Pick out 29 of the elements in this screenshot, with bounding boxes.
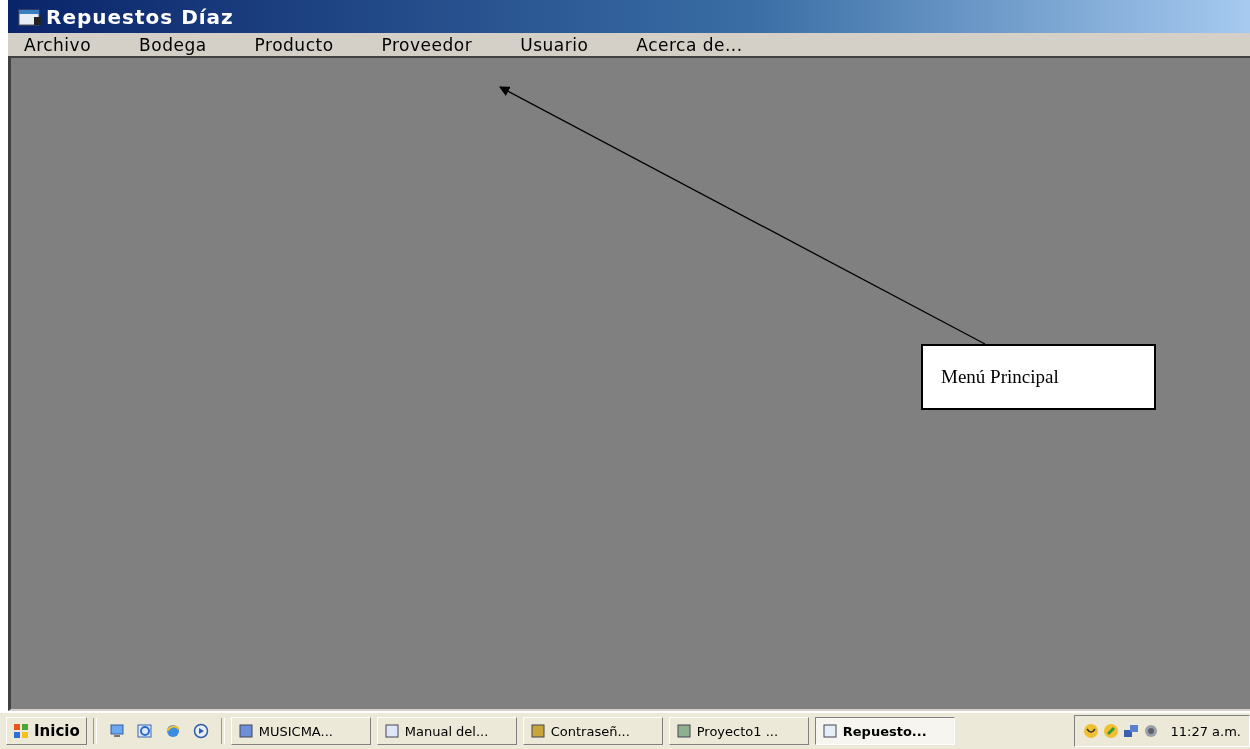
- program-icon: [675, 723, 692, 739]
- speaker-icon[interactable]: [1142, 723, 1159, 739]
- taskbar-button[interactable]: Manual del...: [376, 717, 517, 745]
- taskbar-button[interactable]: Repuesto...: [814, 717, 955, 745]
- menu-item[interactable]: Archivo: [24, 34, 92, 55]
- callout-label: Menú Principal: [941, 366, 1059, 388]
- play-icon[interactable]: [192, 723, 209, 739]
- taskbar-button[interactable]: MUSICMA...: [230, 717, 371, 745]
- program-icon: [237, 723, 254, 739]
- menu-item[interactable]: Proveedor: [381, 34, 473, 55]
- program-icon: [383, 723, 400, 739]
- network-icon[interactable]: [1122, 723, 1139, 739]
- taskbar-button[interactable]: Proyecto1 ...: [668, 717, 809, 745]
- desktop-icon[interactable]: [108, 723, 125, 739]
- menu-item[interactable]: Bodega: [139, 34, 207, 55]
- taskbar-button[interactable]: Contraseñ...: [522, 717, 663, 745]
- window-title: Repuestos Díaz: [46, 4, 234, 29]
- window-icon: [18, 6, 42, 27]
- browser-icon[interactable]: [136, 723, 153, 739]
- program-icon: [821, 723, 838, 739]
- menu-item[interactable]: Producto: [254, 34, 334, 55]
- menu-item[interactable]: Acerca de...: [636, 34, 743, 55]
- start-button[interactable]: Inicio: [6, 717, 87, 745]
- program-icon: [529, 723, 546, 739]
- menu-item[interactable]: Usuario: [520, 34, 589, 55]
- windows-logo-icon: [13, 723, 29, 739]
- clock: 11:27 a.m.: [1170, 723, 1241, 739]
- tray-icon[interactable]: [1082, 723, 1099, 739]
- globe-icon[interactable]: [164, 723, 181, 739]
